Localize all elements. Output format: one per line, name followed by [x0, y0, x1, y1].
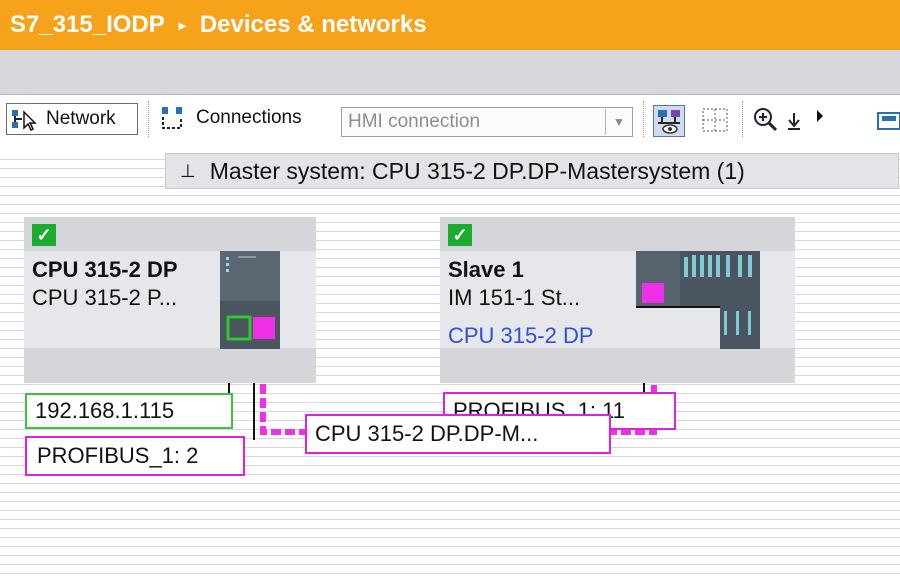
device-footer — [440, 348, 795, 383]
device-type: IM 151-1 St... — [448, 285, 581, 310]
cpu-profibus-address-label[interactable]: PROFIBUS_1: 2 — [25, 436, 245, 476]
subnet-label[interactable]: CPU 315-2 DP.DP-M... — [305, 414, 611, 454]
cpu-profibus-address-text: PROFIBUS_1: 2 — [37, 443, 199, 468]
device-cpu-315[interactable]: ✓ CPU 315-2 DP CPU 315-2 P... — [24, 217, 316, 383]
ip-address-label[interactable]: 192.168.1.115 — [25, 393, 233, 429]
subnet-text: CPU 315-2 DP.DP-M... — [315, 421, 539, 446]
ip-address-text: 192.168.1.115 — [35, 398, 175, 423]
device-header — [24, 217, 316, 251]
device-name: CPU 315-2 DP — [32, 257, 178, 282]
device-slave-1[interactable]: ✓ Slave 1 IM 151-1 St... CPU 315-2 DP — [440, 217, 795, 383]
device-header — [440, 217, 795, 251]
cpu-module-icon[interactable] — [220, 251, 280, 349]
status-ok-icon: ✓ — [448, 224, 472, 246]
device-type: CPU 315-2 P... — [32, 285, 178, 310]
device-footer — [24, 348, 316, 383]
status-ok-icon: ✓ — [32, 224, 56, 246]
slave-rack-icon[interactable] — [636, 251, 760, 349]
master-link[interactable]: CPU 315-2 DP — [448, 323, 594, 349]
device-name: Slave 1 — [448, 257, 524, 282]
